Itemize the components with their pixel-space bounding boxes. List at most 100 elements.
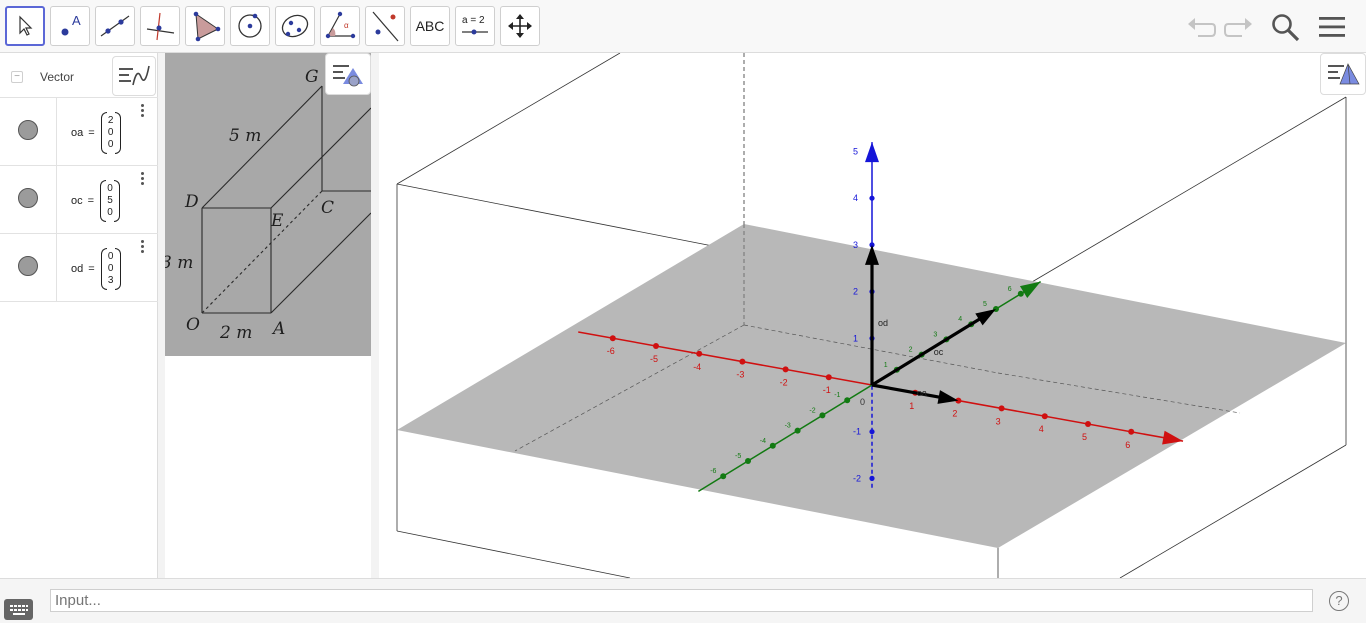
search-icon	[1272, 14, 1300, 42]
algebra-row-od[interactable]: od = 0 0 3	[0, 234, 158, 302]
panel-divider[interactable]	[371, 53, 379, 578]
x-tick-label: -1	[823, 385, 831, 395]
slider-icon: a = 2	[462, 15, 488, 35]
3d-scene: -6 -5 -4 -3 -2 -1 1 2 3 4 5 6 -6 -5 -4 -3 -2 -1 1 2 3 4 5 6 -2 -1…	[396, 53, 1347, 578]
menu-icon	[1319, 17, 1345, 37]
reflect-icon	[372, 11, 399, 42]
z-tick-label: 2	[853, 287, 858, 297]
slider-tool-button[interactable]: a = 2	[455, 6, 495, 46]
move-graphics-icon	[508, 14, 532, 38]
visibility-marble[interactable]	[18, 120, 38, 140]
y-tick-label: 1	[884, 362, 888, 369]
algebra-row-oc[interactable]: oc = 0 5 0	[0, 166, 158, 234]
undo-button[interactable]	[1184, 10, 1218, 44]
z-tick-mark	[869, 475, 875, 481]
x-coordinate: 0	[107, 183, 113, 194]
text-icon: ABC	[415, 18, 445, 34]
graphics-view-2[interactable]: G 5 m D E C 3 m O 2 m A	[161, 53, 372, 578]
y-tick-mark	[769, 442, 776, 449]
perpendicular-tool-button[interactable]	[140, 6, 180, 46]
visibility-marble[interactable]	[18, 188, 38, 208]
vector-label-oc: oc	[934, 347, 944, 357]
y-coordinate: 0	[107, 263, 114, 274]
reflect-tool-button[interactable]	[365, 6, 405, 46]
z-tick-mark	[869, 429, 875, 435]
x-coordinate: 0	[107, 251, 114, 262]
input-bar: ?	[0, 578, 1366, 623]
algebra-expression: oc = 0 5 0	[71, 180, 121, 222]
x-tick-label: 2	[952, 409, 957, 419]
photo-label-d: D	[184, 192, 199, 212]
redo-icon	[1224, 18, 1252, 37]
y-coordinate: 5	[107, 195, 113, 206]
y-tick-label: -6	[710, 468, 716, 475]
y-tick-label: 5	[983, 301, 987, 308]
x-tick-label: 3	[996, 416, 1001, 426]
3d-style-bar-button[interactable]	[1320, 53, 1366, 95]
y-tick-mark	[1017, 290, 1024, 297]
x-coordinate: 2	[107, 115, 114, 126]
angle-icon: α	[325, 11, 356, 39]
y-tick-label: 3	[933, 331, 937, 338]
undo-icon	[1188, 18, 1216, 37]
x-tick-mark	[825, 374, 832, 381]
photo-label-g: G	[305, 67, 319, 87]
polygon-tool-button[interactable]	[185, 6, 225, 46]
text-tool-button[interactable]: ABC	[410, 6, 450, 46]
graphics-3d-view[interactable]: -6 -5 -4 -3 -2 -1 1 2 3 4 5 6 -6 -5 -4 -3 -2 -1 1 2 3 4 5 6 -2 -1…	[380, 53, 1366, 578]
move-view-tool-button[interactable]	[500, 6, 540, 46]
move-tool-button[interactable]	[5, 6, 45, 46]
y-tick-mark	[745, 458, 751, 464]
vector-coordinates: 2 0 0	[100, 112, 121, 154]
style-bar-icon	[119, 65, 150, 86]
ellipse-tool-button[interactable]	[275, 6, 315, 46]
x-tick-label: -3	[736, 370, 744, 380]
line-tool-button[interactable]	[95, 6, 135, 46]
graphics2-style-bar-button[interactable]	[325, 53, 371, 95]
polygon-icon	[193, 11, 221, 42]
algebra-group-title: Vector	[40, 70, 75, 84]
equals-sign: =	[87, 195, 95, 207]
visibility-marble[interactable]	[18, 256, 38, 276]
x-tick-mark	[1085, 421, 1091, 427]
x-tick-mark	[1128, 428, 1135, 435]
z-tick-label: 4	[853, 193, 858, 203]
photo-label-c: C	[321, 198, 334, 218]
point-tool-label: A	[72, 13, 81, 28]
more-options-icon[interactable]	[141, 172, 145, 185]
x-tick-label: -6	[607, 346, 615, 356]
ellipse-icon	[281, 14, 309, 38]
z-tick-label: 1	[853, 333, 858, 343]
help-button[interactable]: ?	[1329, 591, 1349, 611]
x-tick-label: 4	[1039, 424, 1044, 434]
line-icon	[100, 15, 130, 37]
redo-button[interactable]	[1222, 10, 1256, 44]
point-tool-button[interactable]: A	[50, 6, 90, 46]
photo-label-e: E	[270, 211, 284, 231]
photo-label-a: A	[271, 319, 285, 339]
photo-label-three-m: 3 m	[165, 253, 193, 273]
algebra-row-oa[interactable]: oa = 2 0 0	[0, 98, 158, 166]
keyboard-icon	[9, 604, 28, 615]
z-coordinate: 0	[107, 207, 113, 218]
angle-tool-button[interactable]: α	[320, 6, 360, 46]
vector-coordinates: 0 0 3	[100, 248, 121, 290]
main-menu-button[interactable]	[1315, 10, 1349, 44]
more-options-icon[interactable]	[141, 104, 145, 117]
vector-coordinates: 0 5 0	[100, 180, 121, 222]
circle-tool-button[interactable]	[230, 6, 270, 46]
x-tick-label: 1	[909, 401, 914, 411]
search-button[interactable]	[1268, 10, 1302, 44]
origin-label: 0	[860, 397, 865, 407]
y-tick-label: -1	[834, 392, 840, 399]
algebra-style-bar-button[interactable]	[112, 56, 156, 96]
row-divider	[56, 98, 57, 165]
more-options-icon[interactable]	[141, 240, 145, 253]
keyboard-button[interactable]	[4, 599, 33, 620]
x-tick-label: 6	[1125, 440, 1130, 450]
algebra-input-field[interactable]	[50, 589, 1313, 612]
collapse-toggle[interactable]: −	[11, 71, 23, 83]
z-coordinate: 3	[107, 275, 114, 286]
z-tick-label: 3	[853, 240, 858, 250]
vector-label-od: od	[878, 318, 888, 328]
